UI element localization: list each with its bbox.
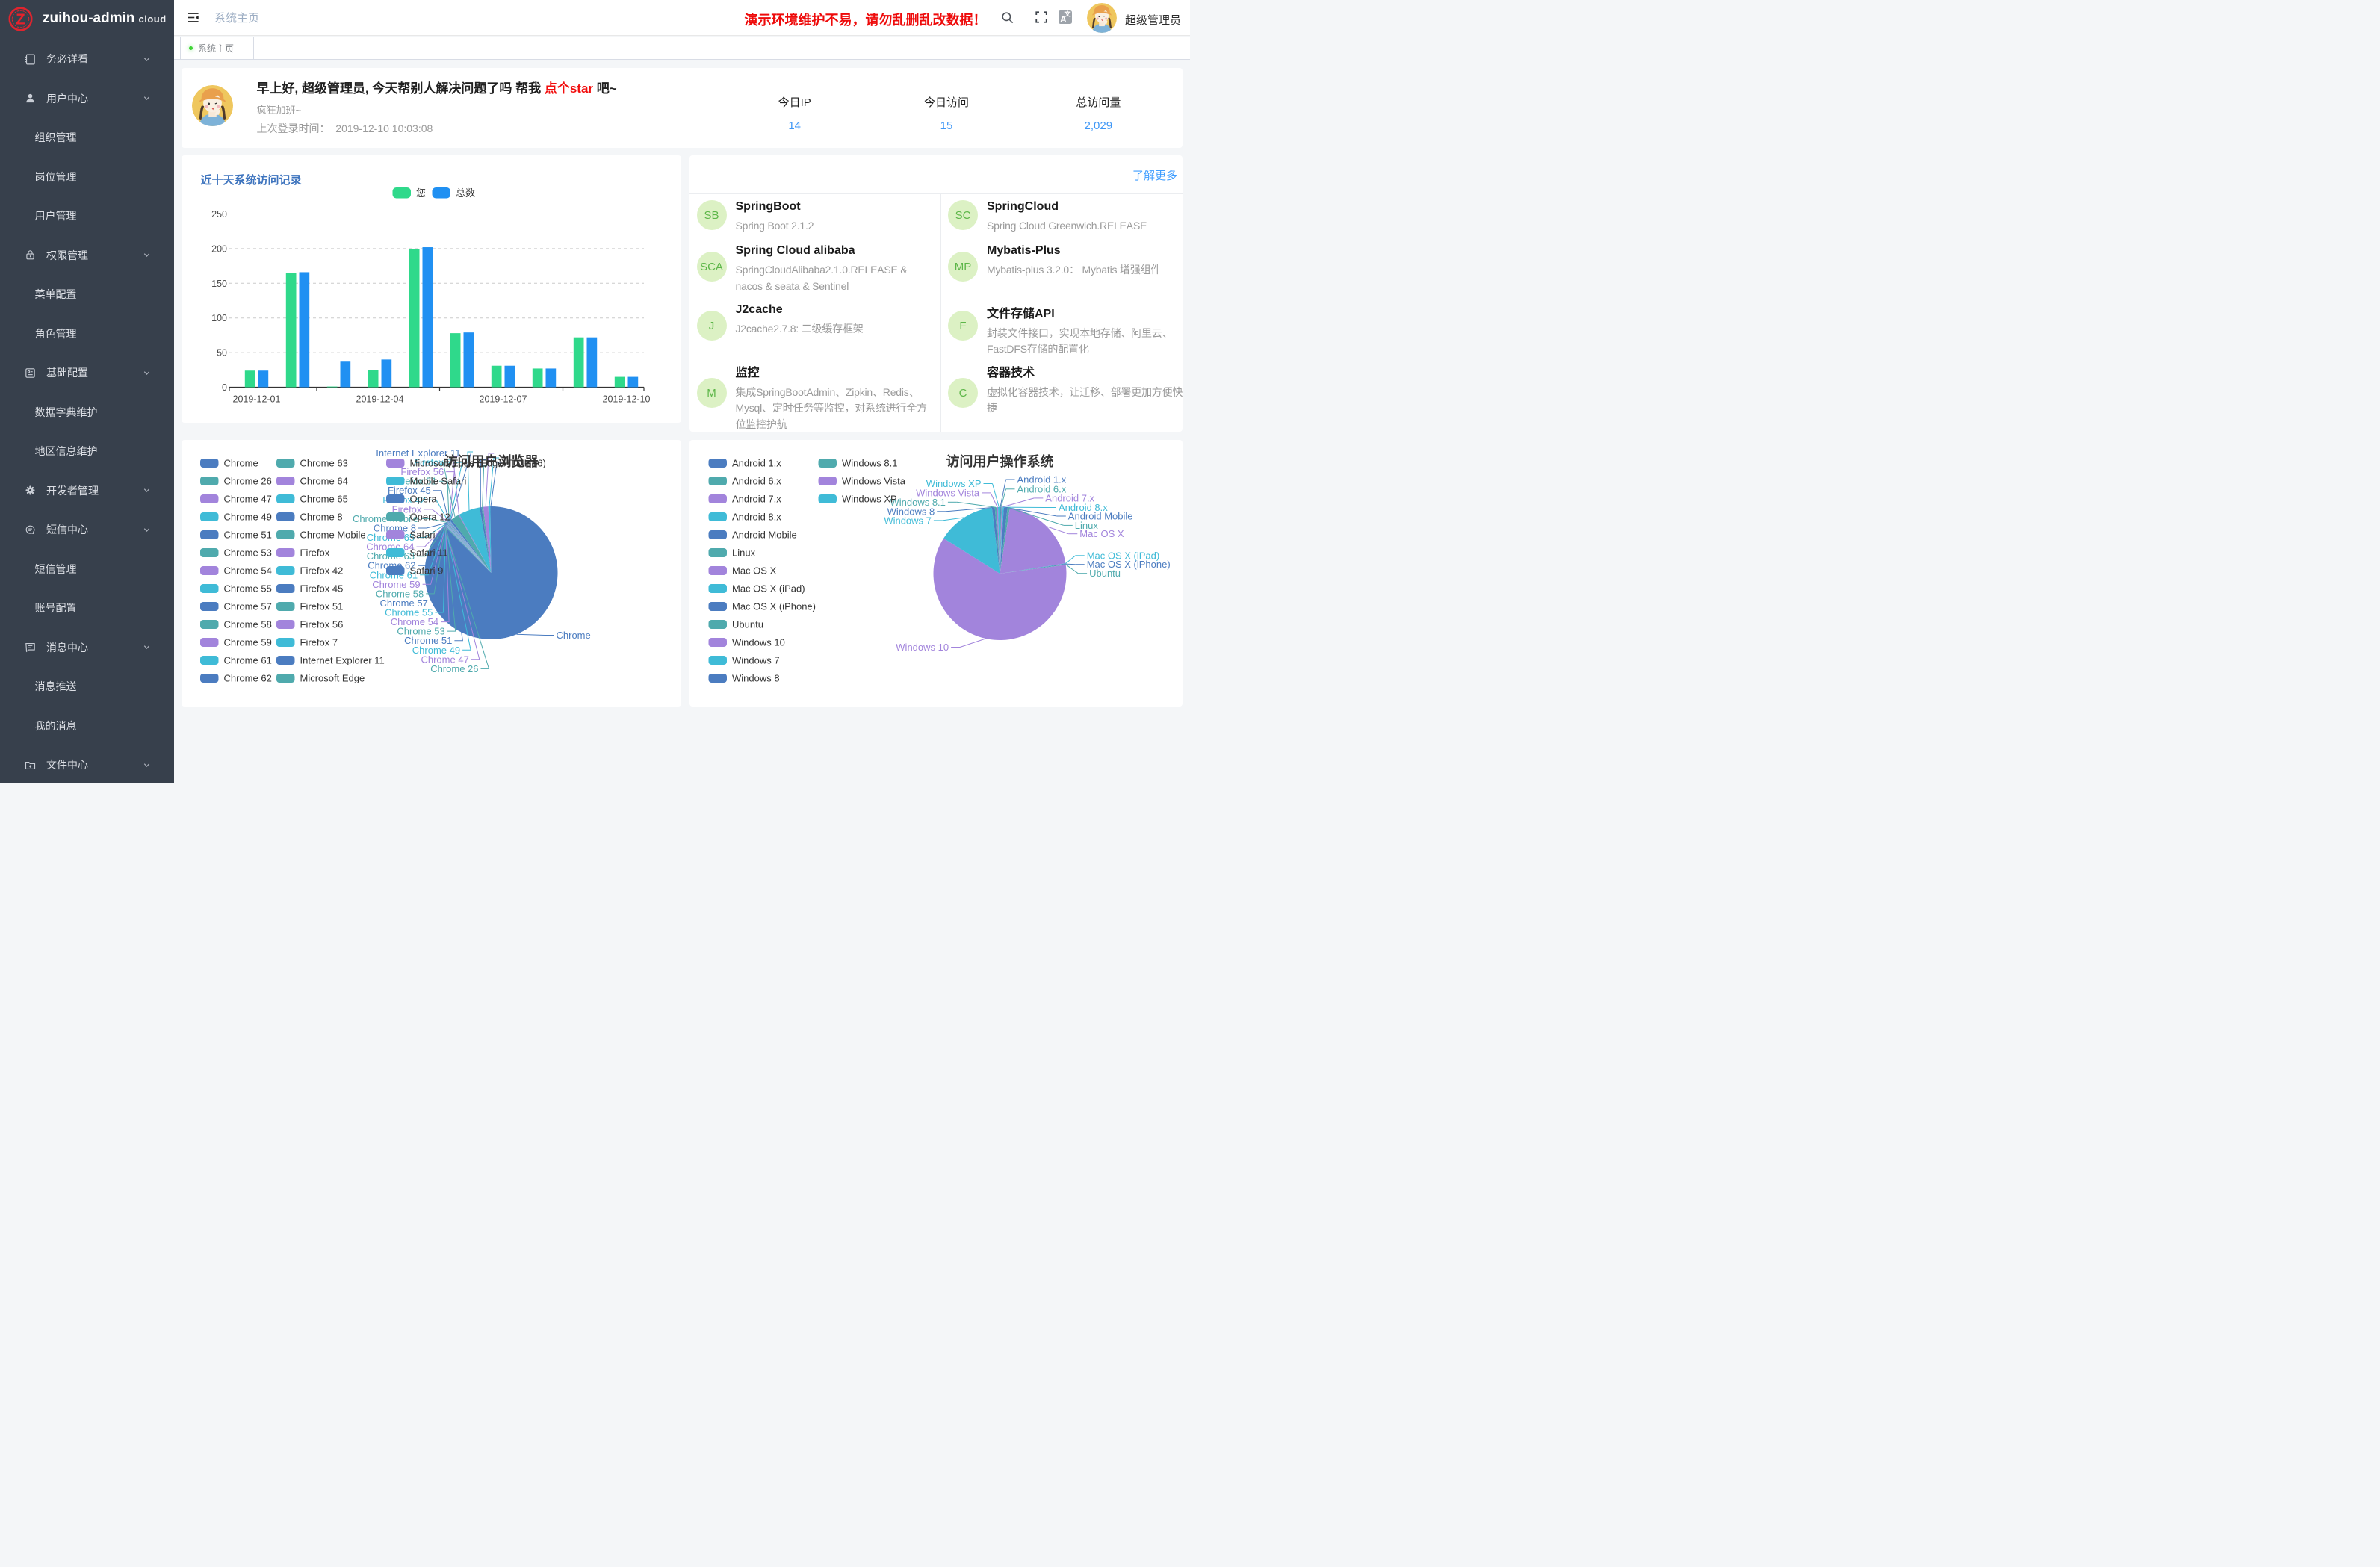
svg-text:Android 1.x: Android 1.x xyxy=(732,457,781,468)
svg-text:Windows XP: Windows XP xyxy=(926,478,981,489)
svg-text:Opera 12: Opera 12 xyxy=(409,511,450,522)
svg-text:Mac OS X: Mac OS X xyxy=(1079,528,1124,539)
svg-text:Chrome: Chrome xyxy=(223,457,258,468)
svg-text:Firefox 7: Firefox 7 xyxy=(300,636,338,648)
svg-text:Android 6.x: Android 6.x xyxy=(732,475,781,486)
svg-text:200: 200 xyxy=(211,243,227,254)
svg-text:Chrome 54: Chrome 54 xyxy=(223,565,271,576)
svg-text:Microsoft Edge: Microsoft Edge xyxy=(300,672,365,683)
svg-text:访问用户浏览器: 访问用户浏览器 xyxy=(444,453,539,469)
svg-text:Chrome 59: Chrome 59 xyxy=(223,636,271,648)
svg-text:50: 50 xyxy=(217,347,227,358)
svg-text:Ubuntu: Ubuntu xyxy=(732,618,763,630)
svg-text:Mac OS X (iPhone): Mac OS X (iPhone) xyxy=(732,601,816,612)
svg-text:Internet Explorer 11: Internet Explorer 11 xyxy=(300,654,384,665)
svg-text:Chrome: Chrome xyxy=(556,630,590,641)
svg-text:Safari: Safari xyxy=(409,529,435,540)
svg-text:Chrome 64: Chrome 64 xyxy=(300,475,347,486)
svg-text:Chrome 63: Chrome 63 xyxy=(300,457,347,468)
svg-text:Z: Z xyxy=(16,11,25,28)
svg-text:100: 100 xyxy=(211,313,227,323)
svg-text:Firefox 56: Firefox 56 xyxy=(300,618,343,630)
svg-text:Chrome 62: Chrome 62 xyxy=(223,672,271,683)
svg-text:Android 7.x: Android 7.x xyxy=(732,493,781,504)
svg-text:Safari 9: Safari 9 xyxy=(409,565,443,576)
svg-text:Windows 8: Windows 8 xyxy=(732,672,780,683)
svg-text:Firefox: Firefox xyxy=(300,547,329,558)
svg-text:Windows 10: Windows 10 xyxy=(896,642,949,653)
svg-text:Chrome Mobile: Chrome Mobile xyxy=(300,529,365,540)
svg-text:Chrome 55: Chrome 55 xyxy=(223,583,271,594)
svg-text:Linux: Linux xyxy=(732,547,756,558)
svg-text:2019-12-04: 2019-12-04 xyxy=(356,394,403,404)
svg-text:Firefox 42: Firefox 42 xyxy=(300,565,343,576)
svg-text:Chrome 58: Chrome 58 xyxy=(223,618,271,630)
svg-text:Safari 11: Safari 11 xyxy=(409,547,447,558)
svg-text:2019-12-07: 2019-12-07 xyxy=(479,394,527,404)
svg-text:Chrome 26: Chrome 26 xyxy=(430,663,478,674)
svg-text:总数: 总数 xyxy=(456,187,475,199)
svg-text:Chrome 26: Chrome 26 xyxy=(223,475,271,486)
svg-text:0: 0 xyxy=(222,382,227,393)
svg-text:Chrome 49: Chrome 49 xyxy=(223,511,271,522)
svg-text:2019-12-01: 2019-12-01 xyxy=(232,394,280,404)
svg-text:Opera: Opera xyxy=(409,493,437,504)
svg-text:Chrome 57: Chrome 57 xyxy=(223,601,271,612)
svg-text:Windows XP: Windows XP xyxy=(842,493,897,504)
svg-text:Chrome 8: Chrome 8 xyxy=(300,511,342,522)
svg-text:Chrome 51: Chrome 51 xyxy=(223,529,271,540)
svg-text:Android 8.x: Android 8.x xyxy=(732,511,781,522)
svg-text:250: 250 xyxy=(211,209,227,220)
svg-text:Windows Vista: Windows Vista xyxy=(842,475,906,486)
svg-text:2019-12-10: 2019-12-10 xyxy=(602,394,650,404)
svg-text:Chrome 53: Chrome 53 xyxy=(223,547,271,558)
svg-text:150: 150 xyxy=(211,278,227,288)
svg-text:Firefox 51: Firefox 51 xyxy=(300,601,343,612)
svg-text:Windows 10: Windows 10 xyxy=(732,636,785,648)
svg-text:您: 您 xyxy=(416,187,426,199)
svg-text:Chrome 47: Chrome 47 xyxy=(223,493,271,504)
svg-text:Chrome 65: Chrome 65 xyxy=(300,493,347,504)
svg-text:Mac OS X (iPad): Mac OS X (iPad) xyxy=(732,583,805,594)
svg-text:Firefox 45: Firefox 45 xyxy=(300,583,343,594)
svg-text:Windows 8.1: Windows 8.1 xyxy=(842,457,897,468)
svg-text:Android Mobile: Android Mobile xyxy=(732,529,797,540)
svg-text:访问用户操作系统: 访问用户操作系统 xyxy=(946,453,1053,469)
svg-text:Chrome 61: Chrome 61 xyxy=(223,654,271,665)
svg-text:Mac OS X: Mac OS X xyxy=(732,565,777,576)
svg-text:Ubuntu: Ubuntu xyxy=(1089,568,1121,579)
svg-text:Windows 7: Windows 7 xyxy=(732,654,780,665)
svg-text:Mobile Safari: Mobile Safari xyxy=(409,475,466,486)
